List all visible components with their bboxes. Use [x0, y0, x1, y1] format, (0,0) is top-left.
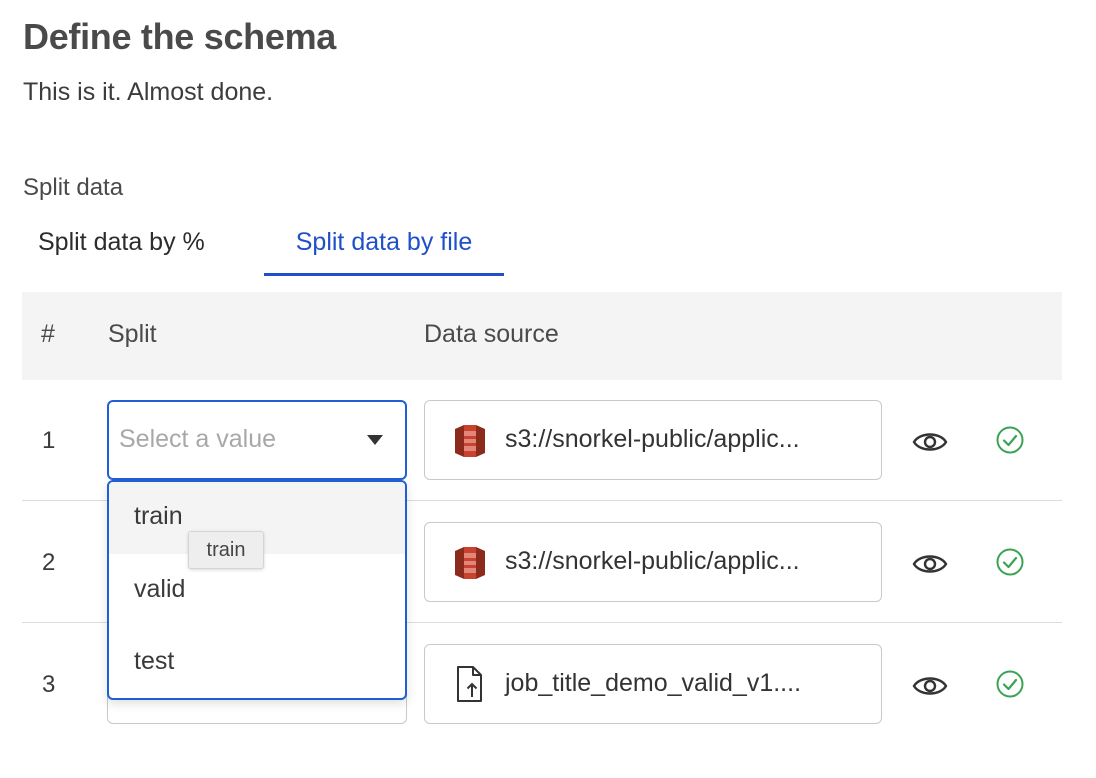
data-source-path: s3://snorkel-public/applic... — [505, 547, 800, 575]
table-header: # Split Data source — [22, 292, 1062, 380]
s3-bucket-icon — [455, 425, 485, 457]
data-source-field[interactable]: s3://snorkel-public/applic... — [424, 522, 882, 602]
split-tabs: Split data by % Split data by file — [23, 218, 1063, 276]
s3-bucket-icon — [455, 547, 485, 579]
row-number: 1 — [42, 427, 56, 454]
eye-icon[interactable] — [912, 430, 948, 454]
header-split: Split — [108, 320, 157, 348]
split-select[interactable]: Select a value — [107, 400, 407, 480]
check-circle-icon — [996, 426, 1024, 454]
tab-split-by-file[interactable]: Split data by file — [264, 218, 504, 276]
page-subtitle: This is it. Almost done. — [23, 78, 274, 106]
check-circle-icon — [996, 548, 1024, 576]
eye-icon[interactable] — [912, 552, 948, 576]
select-placeholder: Select a value — [119, 425, 277, 453]
data-source-path: job_title_demo_valid_v1.... — [505, 669, 802, 697]
header-data-source: Data source — [424, 320, 559, 348]
page-title: Define the schema — [23, 16, 337, 57]
data-source-field[interactable]: s3://snorkel-public/applic... — [424, 400, 882, 480]
row-number: 3 — [42, 671, 56, 698]
tab-split-by-percent[interactable]: Split data by % — [38, 218, 205, 276]
option-tooltip: train — [188, 531, 264, 569]
file-upload-icon — [457, 666, 482, 702]
data-source-field[interactable]: job_title_demo_valid_v1.... — [424, 644, 882, 724]
split-dropdown-menu: train valid test — [107, 480, 407, 700]
eye-icon[interactable] — [912, 674, 948, 698]
dropdown-option-test[interactable]: test — [109, 627, 405, 698]
caret-down-icon — [367, 435, 383, 445]
header-num: # — [41, 320, 55, 348]
check-circle-icon — [996, 670, 1024, 698]
split-data-label: Split data — [23, 174, 124, 201]
data-source-path: s3://snorkel-public/applic... — [505, 425, 800, 453]
row-number: 2 — [42, 549, 56, 576]
